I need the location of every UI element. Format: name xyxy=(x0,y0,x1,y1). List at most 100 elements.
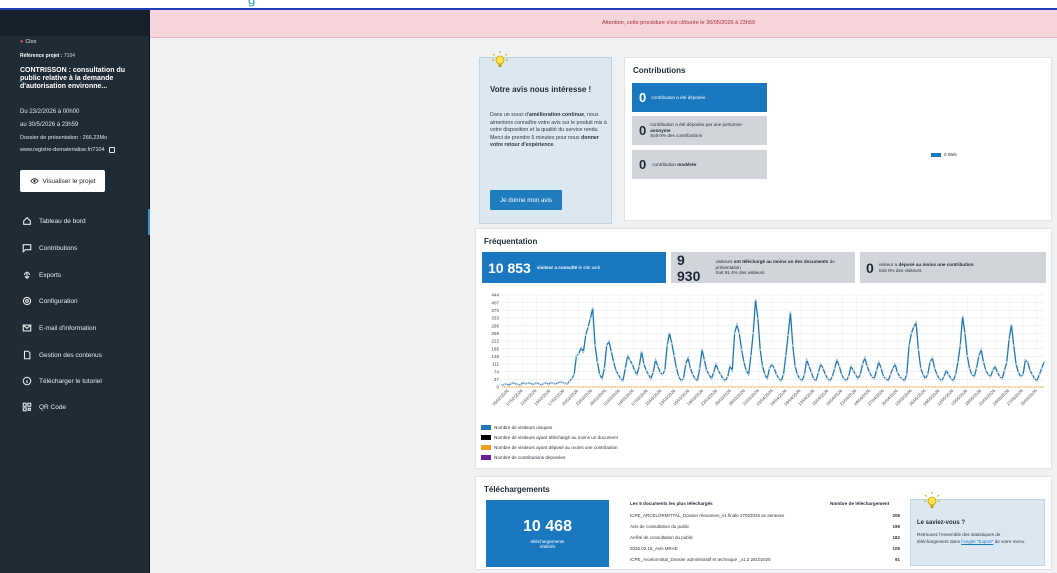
data-point xyxy=(635,373,638,376)
nav-item-tableau-de-bord[interactable]: Tableau de bord xyxy=(22,216,86,226)
nav-item-contributions[interactable]: Contributions xyxy=(22,243,77,253)
give-feedback-button[interactable]: Je donne mon avis xyxy=(490,190,562,210)
data-point xyxy=(570,377,573,380)
visualize-project-button[interactable]: Visualiser le projet xyxy=(20,170,105,192)
nav-item-gestion-contenus[interactable]: Gestion des contenus xyxy=(22,350,102,360)
document-row[interactable]: Avis de consultation du public 195 xyxy=(630,524,900,529)
data-point xyxy=(1028,369,1032,372)
legend-label: Nombre de visiteurs uniques xyxy=(494,425,553,430)
data-point xyxy=(524,382,527,385)
y-tick-label: 370 xyxy=(491,308,499,313)
data-point xyxy=(740,348,743,351)
nav-item-email[interactable]: E-mail d'information xyxy=(22,323,96,333)
data-point xyxy=(777,377,780,380)
contributors-tile: 0 visiteur a déposé au moins une contrib… xyxy=(860,252,1046,283)
data-point xyxy=(642,363,645,366)
data-point xyxy=(1040,367,1043,370)
chart-legend-item: Nombre de visiteurs ayant téléchargé au … xyxy=(481,435,618,440)
data-point xyxy=(766,377,769,380)
data-point xyxy=(1003,369,1006,372)
data-point xyxy=(996,371,999,374)
data-point xyxy=(680,379,683,382)
data-point xyxy=(1005,361,1008,364)
nav-label[interactable]: Configuration xyxy=(39,298,78,305)
nav-item-tutoriel[interactable]: Télécharger le tutoriel xyxy=(22,376,102,386)
legend-label: Nombre de contributions déposées xyxy=(494,455,566,460)
data-point xyxy=(982,361,985,364)
data-point xyxy=(535,381,538,384)
data-point xyxy=(866,365,869,368)
data-point xyxy=(931,356,934,360)
nav-label[interactable]: E-mail d'information xyxy=(39,325,96,332)
data-point xyxy=(903,379,906,382)
data-point xyxy=(526,382,529,385)
legend-swatch xyxy=(481,455,491,460)
contributions-total-number: 0 xyxy=(639,90,647,105)
data-point xyxy=(647,373,650,376)
data-point xyxy=(801,379,804,382)
nav-item-qr-code[interactable]: QR Code xyxy=(22,402,66,412)
data-point xyxy=(587,325,590,328)
data-point xyxy=(600,377,604,380)
data-point xyxy=(661,373,664,376)
data-point xyxy=(561,381,564,384)
nav-label[interactable]: QR Code xyxy=(39,404,66,411)
data-point xyxy=(747,373,750,376)
data-point xyxy=(808,365,811,368)
tip-text: Retrouvez l'ensemble des statistiques de… xyxy=(917,532,1026,544)
project-link-text[interactable]: www.registre-dematerialise.fr/7104 xyxy=(20,147,105,153)
data-point xyxy=(910,332,913,335)
data-point xyxy=(573,373,576,376)
data-point xyxy=(854,373,857,376)
data-point xyxy=(694,377,697,380)
document-row[interactable]: Arrêté de consultation du public 182 xyxy=(630,535,900,540)
data-point xyxy=(663,369,666,372)
nav-label[interactable]: Tableau de bord xyxy=(39,218,86,225)
legend-label: Nombre de visiteurs ayant téléchargé au … xyxy=(494,435,618,440)
nav-label[interactable]: Exports xyxy=(39,272,61,279)
data-point xyxy=(803,373,806,376)
nav-label[interactable]: Gestion des contenus xyxy=(39,352,102,359)
nav-item-exports[interactable]: Exports xyxy=(22,270,61,280)
project-reference: Référence projet : 7104 xyxy=(20,53,75,59)
data-point xyxy=(859,373,862,376)
data-point xyxy=(861,363,864,366)
document-row[interactable]: ICPE_ARCELORMITTAL_Dossier réexamen_v1 f… xyxy=(630,513,900,518)
data-point xyxy=(949,377,953,380)
data-point xyxy=(705,369,708,372)
status-label: ● Clos xyxy=(20,39,36,45)
data-point xyxy=(666,344,669,347)
data-point xyxy=(1031,373,1034,376)
date-to: au 30/5/2026 à 23h59 xyxy=(20,122,79,128)
document-row[interactable]: 2026.02.18_Avis MRAE 105 xyxy=(630,546,900,551)
data-point xyxy=(908,344,911,347)
chart-legend-item: Nombre de visiteurs uniques xyxy=(481,425,552,430)
data-point xyxy=(770,363,773,366)
data-point xyxy=(794,365,797,368)
nav-item-configuration[interactable]: Configuration xyxy=(22,296,78,306)
data-point xyxy=(1038,373,1041,376)
reference-label: Référence projet : xyxy=(20,53,63,59)
data-point xyxy=(875,369,878,372)
y-tick-label: 296 xyxy=(491,323,499,328)
date-from: Du 23/2/2026 à 00h00 xyxy=(20,109,80,115)
data-point xyxy=(519,383,522,386)
document-row[interactable]: ICPE_Arcelormittal_Dossier administratif… xyxy=(630,557,900,562)
visualize-project-label[interactable]: Visualiser le projet xyxy=(43,178,96,185)
y-tick-label: 407 xyxy=(491,300,499,305)
project-link[interactable]: www.registre-dematerialise.fr/7104 xyxy=(20,147,115,153)
data-point xyxy=(563,382,566,385)
y-tick-label: 148 xyxy=(491,354,499,359)
data-point xyxy=(852,369,855,372)
data-point xyxy=(724,379,727,382)
export-tab-link[interactable]: l'onglet "Export" xyxy=(961,539,993,544)
nav-label[interactable]: Contributions xyxy=(39,245,77,252)
copy-icon[interactable] xyxy=(108,147,115,153)
feedback-title: Votre avis nous intéresse ! xyxy=(490,85,592,94)
y-tick-label: 0 xyxy=(496,385,499,390)
data-point xyxy=(673,354,676,357)
downloaders-label: visiteurs ont téléchargé au moins un des… xyxy=(715,259,835,276)
data-point xyxy=(956,361,959,364)
nav-label[interactable]: Télécharger le tutoriel xyxy=(39,378,102,385)
contributors-number: 0 xyxy=(866,259,874,276)
